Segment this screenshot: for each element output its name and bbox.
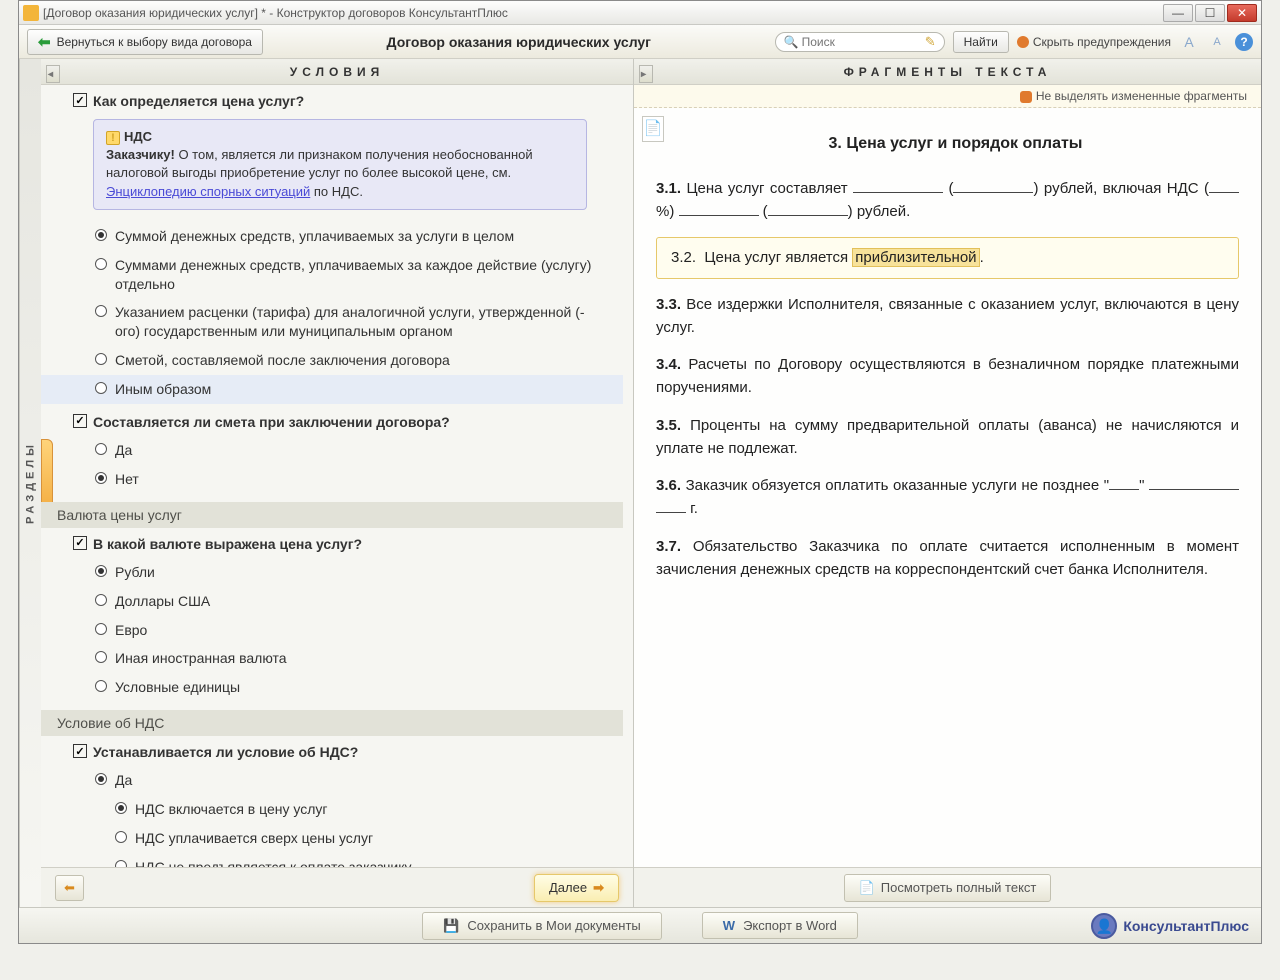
search-icon: 🔍: [784, 35, 799, 49]
highlighted-word: приблизительной: [852, 248, 979, 267]
question-nds: ✓ Устанавливается ли условие об НДС?: [41, 736, 623, 764]
brand-logo: 👤КонсультантПлюс: [1091, 913, 1249, 939]
clause-3-6: 3.6. Заказчик обязуется оплатить оказанн…: [656, 474, 1239, 521]
clause-3-1: 3.1. Цена услуг составляет () рублей, вк…: [656, 177, 1239, 224]
opt-nds-over[interactable]: НДС уплачивается сверх цены услуг: [41, 824, 623, 853]
radio-icon: [95, 229, 107, 241]
document-icon[interactable]: 📄: [642, 116, 664, 142]
logo-icon: 👤: [1091, 913, 1117, 939]
document-icon: 📄: [859, 880, 875, 896]
question-currency: ✓ В какой валюте выражена цена услуг?: [41, 528, 623, 556]
opt-other[interactable]: Иным образом: [41, 375, 623, 404]
collapse-left-icon[interactable]: ◂: [46, 65, 60, 83]
page-title: Договор оказания юридических услуг: [271, 34, 767, 50]
save-button[interactable]: 💾Сохранить в Мои документы: [422, 912, 662, 940]
conditions-header: ◂ УСЛОВИЯ: [41, 59, 633, 85]
radio-icon: [95, 258, 107, 270]
clear-icon[interactable]: ✎: [925, 34, 936, 50]
opt-nds-none[interactable]: НДС не предъявляется к оплате заказчику: [41, 853, 623, 867]
opt-nds-incl[interactable]: НДС включается в цену услуг: [41, 795, 623, 824]
minimize-button[interactable]: —: [1163, 4, 1193, 22]
radio-icon: [95, 443, 107, 455]
radio-icon: [95, 623, 107, 635]
radio-icon: [115, 802, 127, 814]
opt-rub[interactable]: Рубли: [41, 558, 623, 587]
help-button[interactable]: ?: [1235, 33, 1253, 51]
section-heading: 3. Цена услуг и порядок оплаты: [656, 132, 1239, 157]
titlebar: [Договор оказания юридических услуг] * -…: [19, 1, 1261, 25]
font-larger-icon[interactable]: A: [1179, 32, 1199, 52]
nds-note: !НДС Заказчику! О том, является ли призн…: [93, 119, 587, 210]
question-estimate: ✓ Составляется ли смета при заключении д…: [41, 406, 623, 434]
radio-icon: [95, 305, 107, 317]
clause-3-2: 3.2. Цена услуг является приблизительной…: [656, 237, 1239, 278]
view-full-button[interactable]: 📄Посмотреть полный текст: [844, 874, 1052, 902]
word-icon: W: [723, 918, 735, 933]
next-button[interactable]: Далее➡: [534, 874, 619, 902]
opt-estimate[interactable]: Сметой, составляемой после заключения до…: [41, 346, 623, 375]
find-button[interactable]: Найти: [953, 31, 1009, 53]
opt-est-no[interactable]: Нет: [41, 465, 623, 494]
radio-icon: [95, 565, 107, 577]
clause-3-7: 3.7. Обязательство Заказчика по оплате с…: [656, 535, 1239, 582]
group-nds: Условие об НДС: [41, 710, 623, 736]
save-icon: 💾: [443, 918, 459, 934]
arrow-right-icon: ➡: [593, 880, 604, 896]
bottom-bar: 💾Сохранить в Мои документы WЭкспорт в Wo…: [19, 907, 1261, 943]
checkbox-icon[interactable]: ✓: [73, 744, 87, 758]
opt-sum-each[interactable]: Суммами денежных средств, уплачиваемых з…: [41, 251, 623, 299]
export-word-button[interactable]: WЭкспорт в Word: [702, 912, 858, 939]
opt-eur[interactable]: Евро: [41, 616, 623, 645]
search-box[interactable]: 🔍 ✎: [775, 32, 945, 52]
fragments-header: ▸ ФРАГМЕНТЫ ТЕКСТА: [634, 59, 1261, 85]
warn-icon: [1020, 91, 1032, 103]
radio-icon: [95, 472, 107, 484]
radio-icon: [95, 382, 107, 394]
search-input[interactable]: [802, 35, 925, 49]
opt-est-yes[interactable]: Да: [41, 436, 623, 465]
font-smaller-icon[interactable]: A: [1207, 32, 1227, 52]
radio-icon: [95, 353, 107, 365]
checkbox-icon[interactable]: ✓: [73, 414, 87, 428]
radio-icon: [95, 594, 107, 606]
encyclopedia-link[interactable]: Энциклопедию спорных ситуаций: [106, 184, 310, 199]
opt-foreign[interactable]: Иная иностранная валюта: [41, 644, 623, 673]
checkbox-icon[interactable]: ✓: [73, 536, 87, 550]
question-price: ✓ Как определяется цена услуг?: [41, 85, 623, 113]
warning-icon: !: [106, 131, 120, 145]
opt-sum-total[interactable]: Суммой денежных средств, уплачиваемых за…: [41, 222, 623, 251]
radio-icon: [115, 860, 127, 867]
radio-icon: [95, 680, 107, 692]
clause-3-5: 3.5. Проценты на сумму предварительной о…: [656, 414, 1239, 461]
clause-3-4: 3.4. Расчеты по Договору осуществляются …: [656, 353, 1239, 400]
hide-warnings-button[interactable]: Скрыть предупреждения: [1017, 35, 1171, 49]
radio-icon: [95, 651, 107, 663]
window-title: [Договор оказания юридических услуг] * -…: [43, 6, 508, 20]
warn-strip[interactable]: Не выделять измененные фрагменты: [634, 85, 1261, 108]
back-button[interactable]: ⬅ Вернуться к выбору вида договора: [27, 29, 263, 55]
document-body: 📄 3. Цена услуг и порядок оплаты 3.1. Це…: [634, 108, 1261, 867]
app-icon: [23, 5, 39, 21]
checkbox-icon[interactable]: ✓: [73, 93, 87, 107]
toolbar: ⬅ Вернуться к выбору вида договора Догов…: [19, 25, 1261, 59]
back-label: Вернуться к выбору вида договора: [57, 35, 252, 49]
opt-units[interactable]: Условные единицы: [41, 673, 623, 702]
opt-nds-yes[interactable]: Да: [41, 766, 623, 795]
collapse-right-icon[interactable]: ▸: [639, 65, 653, 83]
clause-3-3: 3.3. Все издержки Исполнителя, связанные…: [656, 293, 1239, 340]
radio-icon: [95, 773, 107, 785]
opt-usd[interactable]: Доллары США: [41, 587, 623, 616]
arrow-left-icon: ⬅: [38, 33, 51, 51]
radio-icon: [115, 831, 127, 843]
maximize-button[interactable]: ☐: [1195, 4, 1225, 22]
opt-tariff[interactable]: Указанием расценки (тарифа) для аналогич…: [41, 298, 623, 346]
close-button[interactable]: ✕: [1227, 4, 1257, 22]
warn-icon: [1017, 36, 1029, 48]
arrow-left-icon: ⬅: [64, 880, 75, 895]
prev-button[interactable]: ⬅: [55, 875, 84, 901]
group-currency: Валюта цены услуг: [41, 502, 623, 528]
sections-tab[interactable]: РАЗДЕЛЫ: [19, 59, 41, 907]
